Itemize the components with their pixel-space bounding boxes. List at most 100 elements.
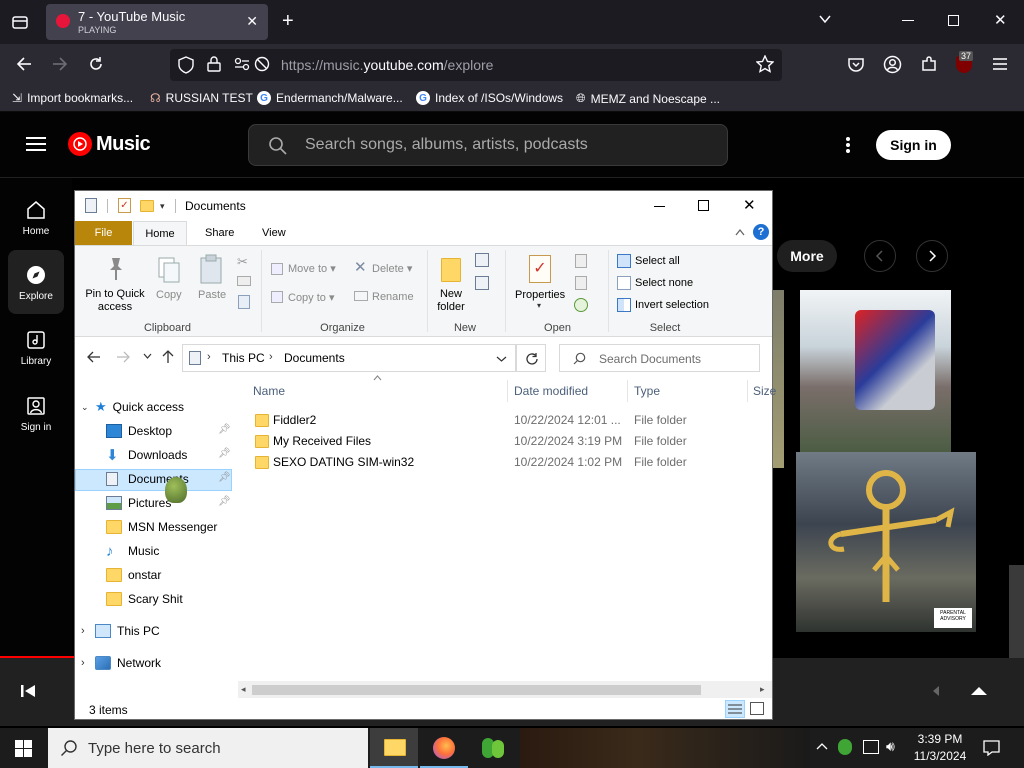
tab-file[interactable]: File <box>75 221 132 245</box>
list-all-tabs-chevron-icon[interactable] <box>818 12 832 26</box>
properties-dropdown-icon[interactable]: ▾ <box>537 301 541 310</box>
scroll-left-icon[interactable]: ◂ <box>241 684 246 695</box>
bookmark-russian-test[interactable]: ☊ RUSSIAN TEST <box>150 91 253 105</box>
bookmark-star-icon[interactable] <box>756 55 774 73</box>
rename-button[interactable]: Rename <box>372 291 414 303</box>
breadcrumb-this-pc[interactable]: This PC <box>222 351 265 365</box>
up-arrow-icon[interactable] <box>162 349 174 364</box>
permissions-icon[interactable] <box>234 57 250 71</box>
bookmark-isos[interactable]: G Index of /ISOs/Windows <box>416 91 563 105</box>
browser-tab-youtube-music[interactable]: 7 - YouTube Music PLAYING ✕ <box>46 4 268 40</box>
network-tray-icon[interactable] <box>863 740 879 754</box>
nav-item-music[interactable]: ♪ Music <box>106 540 264 562</box>
copy-path-icon[interactable] <box>237 276 251 286</box>
new-tab-button[interactable]: + <box>282 10 294 33</box>
column-divider[interactable] <box>747 380 748 402</box>
paste-button[interactable]: Paste <box>198 289 226 301</box>
reload-icon[interactable] <box>87 55 105 73</box>
expand-player-icon[interactable] <box>970 686 988 696</box>
notifications-icon[interactable] <box>983 740 1000 756</box>
file-row[interactable]: SEXO DATING SIM-win32 10/22/2024 1:02 PM… <box>241 452 771 473</box>
previous-track-icon[interactable] <box>20 684 36 698</box>
show-hidden-icons-chevron-icon[interactable] <box>816 742 828 750</box>
close-tab-icon[interactable]: ✕ <box>246 13 258 30</box>
bookmark-memz[interactable]: 🌐︎ MEMZ and Noescape ... <box>576 91 720 106</box>
search-box[interactable]: Search Documents <box>559 344 760 372</box>
new-folder-quick-icon[interactable] <box>140 200 154 212</box>
tab-home[interactable]: Home <box>133 221 187 245</box>
easy-access-icon[interactable] <box>475 276 489 290</box>
pin-to-quick-access-button[interactable]: Pin to Quick access <box>80 288 150 314</box>
restore-window-button[interactable] <box>948 15 959 26</box>
history-icon[interactable] <box>574 298 588 312</box>
nav-this-pc[interactable]: › This PC <box>81 620 239 642</box>
sidebar-item-sign-in[interactable]: Sign in <box>0 396 72 433</box>
sign-in-button[interactable]: Sign in <box>876 130 951 160</box>
hamburger-menu-icon[interactable] <box>26 136 46 152</box>
account-icon[interactable] <box>883 55 902 74</box>
select-all-button[interactable]: Select all <box>635 255 680 267</box>
column-size[interactable]: Size <box>753 384 776 398</box>
album-art-peek[interactable] <box>773 290 784 468</box>
volume-icon[interactable]: 🔊︎ <box>886 738 895 755</box>
large-icons-view-button[interactable] <box>750 702 764 715</box>
scroll-right-icon[interactable]: ▸ <box>760 684 765 695</box>
msn-tray-icon[interactable] <box>838 739 852 755</box>
address-bar[interactable]: › This PC › Documents <box>182 344 516 372</box>
invert-selection-button[interactable]: Invert selection <box>635 299 709 311</box>
file-row[interactable]: Fiddler2 10/22/2024 12:01 ... File folde… <box>241 410 771 431</box>
column-divider[interactable] <box>627 380 628 402</box>
forward-arrow-icon[interactable] <box>116 351 130 363</box>
bookmark-import[interactable]: ⇲ Import bookmarks... <box>12 91 133 105</box>
horizontal-scroll-thumb[interactable] <box>252 685 701 695</box>
collapse-ribbon-chevron-icon[interactable] <box>735 228 745 236</box>
ytm-logo[interactable]: Music <box>68 132 151 156</box>
refresh-button[interactable] <box>516 344 546 372</box>
nav-quick-access[interactable]: ⌄ ★ Quick access <box>81 396 239 418</box>
sidebar-item-explore[interactable]: Explore <box>0 265 72 302</box>
delete-button[interactable]: Delete ▾ <box>372 262 412 275</box>
properties-quick-icon[interactable] <box>85 198 97 213</box>
breadcrumb-documents[interactable]: Documents <box>284 351 345 365</box>
new-folder-button[interactable]: New folder <box>433 288 469 314</box>
column-divider[interactable] <box>507 380 508 402</box>
tracking-shield-icon[interactable] <box>178 56 194 74</box>
nav-item-onstar[interactable]: onstar <box>106 564 264 586</box>
player-chevron-left-icon[interactable] <box>932 685 940 697</box>
address-history-chevron-icon[interactable] <box>496 355 507 363</box>
properties-button[interactable]: Properties <box>515 289 565 301</box>
minimize-window-button[interactable] <box>902 20 914 21</box>
pocket-icon[interactable] <box>847 56 865 74</box>
details-view-button[interactable] <box>725 700 745 718</box>
copy-button[interactable]: Copy <box>156 289 182 301</box>
more-button[interactable]: More <box>777 240 837 272</box>
app-menu-icon[interactable] <box>992 57 1008 71</box>
sidebar-item-library[interactable]: Library <box>0 330 72 367</box>
file-row[interactable]: My Received Files 10/22/2024 3:19 PM Fil… <box>241 431 771 452</box>
ytm-search-bar[interactable]: Search songs, albums, artists, podcasts <box>248 124 728 166</box>
back-arrow-icon[interactable] <box>87 351 101 363</box>
album-art-prince-symbol[interactable]: PARENTAL ADVISORY <box>796 452 976 632</box>
bookmark-endermanch[interactable]: G Endermanch/Malware... <box>257 91 403 105</box>
close-button[interactable]: ✕ <box>743 196 756 214</box>
taskbar-msn-messenger[interactable] <box>470 728 518 768</box>
padlock-icon[interactable] <box>207 56 221 72</box>
windows-start-icon[interactable] <box>15 740 32 757</box>
column-type[interactable]: Type <box>634 384 660 398</box>
column-name[interactable]: Name <box>253 384 285 398</box>
checkmark-properties-icon[interactable]: ✓ <box>118 198 131 213</box>
taskbar-search-box[interactable]: Type here to search <box>48 728 368 768</box>
tab-list-icon[interactable] <box>12 14 28 30</box>
paste-shortcut-icon[interactable] <box>238 295 250 309</box>
extensions-puzzle-icon[interactable] <box>920 55 938 73</box>
url-text[interactable]: https://music.youtube.com/explore <box>281 57 493 73</box>
nav-item-msn-messenger[interactable]: MSN Messenger <box>106 516 264 538</box>
carousel-next-button[interactable] <box>916 240 948 272</box>
sidebar-item-home[interactable]: Home <box>0 200 72 237</box>
nav-item-scary-shit[interactable]: Scary Shit <box>106 588 264 610</box>
autoplay-blocked-icon[interactable] <box>254 56 270 72</box>
taskbar-file-explorer[interactable] <box>370 728 418 768</box>
copy-to-button[interactable]: Copy to ▾ <box>288 291 335 304</box>
help-icon[interactable]: ? <box>753 224 769 240</box>
album-art-truck[interactable] <box>800 290 951 452</box>
